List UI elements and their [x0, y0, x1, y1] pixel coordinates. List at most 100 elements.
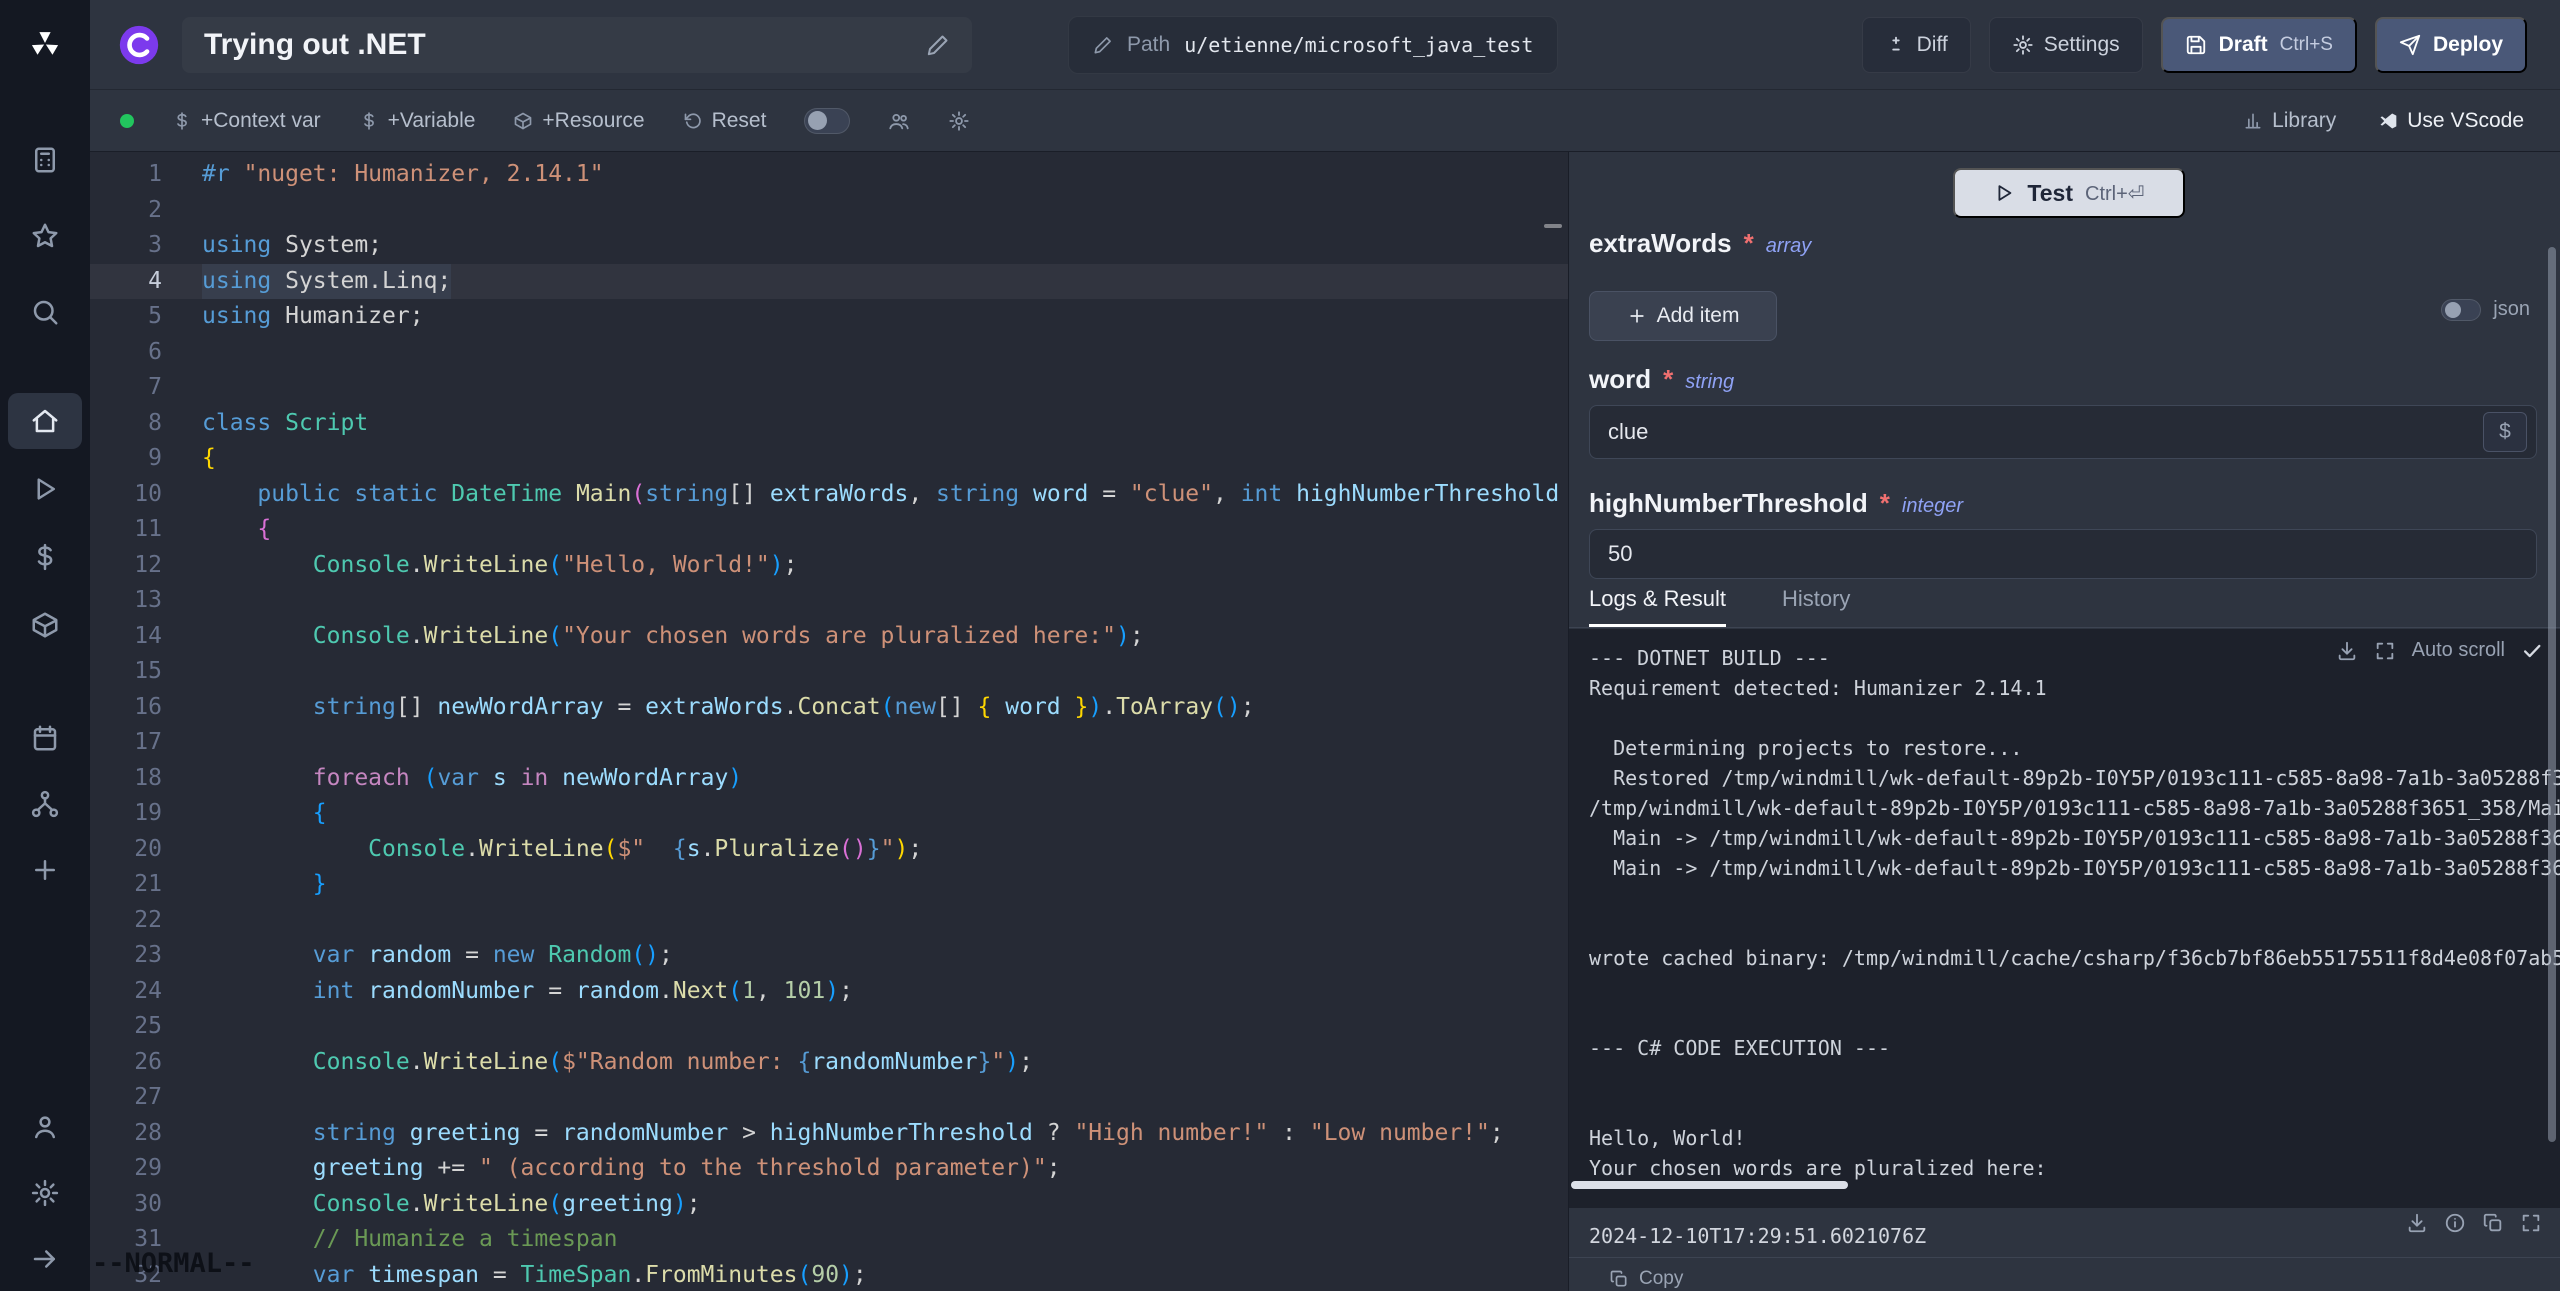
log-actions: Auto scroll [2336, 639, 2543, 662]
code-line: 8class Script [90, 406, 1568, 442]
copy-result-icon[interactable] [2482, 1212, 2504, 1234]
variable-picker-button[interactable]: $ [2483, 412, 2527, 452]
sidebar-item-account[interactable] [8, 1094, 82, 1160]
code-line: 14 Console.WriteLine("Your chosen words … [90, 619, 1568, 655]
play-icon [1993, 182, 2015, 204]
windmill-icon [30, 29, 60, 59]
sidebar-main-group [0, 387, 90, 659]
sidebar-item-collapse[interactable] [8, 1226, 82, 1291]
workspace-logo[interactable] [116, 22, 162, 68]
sidebar-item-variables[interactable] [8, 523, 82, 591]
test-shortcut: Ctrl+⏎ [2085, 181, 2145, 206]
dollar-icon [359, 111, 379, 131]
sidebar-item-home[interactable] [8, 393, 82, 449]
add-resource-button[interactable]: +Resource [513, 109, 644, 133]
add-item-button[interactable]: Add item [1589, 291, 1777, 341]
tab-history[interactable]: History [1782, 586, 1850, 627]
user-icon [30, 1112, 60, 1142]
preview-panel: Test Ctrl+⏎ extraWords* array Add item j… [1568, 152, 2560, 1291]
code-line: 27 [90, 1080, 1568, 1116]
tab-logs-result[interactable]: Logs & Result [1589, 586, 1726, 627]
download-logs-icon[interactable] [2336, 640, 2358, 662]
threshold-field-wrap [1589, 529, 2537, 579]
sidebar-item-apps[interactable] [8, 122, 82, 198]
reset-button[interactable]: Reset [683, 109, 767, 133]
path-value: u/etienne/microsoft_java_test [1184, 33, 1533, 57]
status-dot [120, 114, 134, 128]
library-icon [2243, 111, 2263, 131]
draft-shortcut: Ctrl+S [2280, 34, 2333, 56]
code-line: 12 Console.WriteLine("Hello, World!"); [90, 548, 1568, 584]
field-label-threshold: highNumberThreshold* integer [1589, 488, 1963, 519]
sidebar-secondary-group [0, 705, 90, 903]
result-value: 2024-12-10T17:29:51.6021076Z [1589, 1224, 1926, 1248]
auto-scroll-label: Auto scroll [2412, 639, 2505, 662]
json-toggle[interactable] [2441, 299, 2481, 321]
use-vscode-button[interactable]: Use VScode [2378, 109, 2524, 133]
deploy-button[interactable]: Deploy [2375, 17, 2527, 73]
home-icon [30, 406, 60, 436]
star-icon [30, 221, 60, 251]
code-line: 21 } [90, 867, 1568, 903]
code-line: 30 Console.WriteLine(greeting); [90, 1187, 1568, 1223]
apps-icon [30, 145, 60, 175]
code-editor[interactable]: 1#r "nuget: Humanizer, 2.14.1"23using Sy… [90, 152, 1568, 1291]
sidebar-item-schedules[interactable] [8, 705, 82, 771]
path-field[interactable]: Path u/etienne/microsoft_java_test [1068, 16, 1558, 74]
sidebar-item-workers[interactable] [8, 771, 82, 837]
word-input[interactable] [1589, 405, 2537, 459]
code-lines: 1#r "nuget: Humanizer, 2.14.1"23using Sy… [90, 152, 1568, 1291]
copy-row[interactable]: Copy [1609, 1268, 1683, 1290]
sidebar-item-resources[interactable] [8, 591, 82, 659]
sidebar-item-more[interactable] [8, 837, 82, 903]
draft-button[interactable]: Draft Ctrl+S [2161, 17, 2357, 73]
diff-icon [1885, 34, 1907, 56]
toolbar-settings-icon[interactable] [948, 110, 970, 132]
sidebar [0, 0, 90, 1291]
json-toggle-row: json [2441, 298, 2530, 321]
network-icon [30, 789, 60, 819]
gear-icon [2012, 34, 2034, 56]
panel-scrollbar[interactable] [2548, 247, 2556, 1142]
add-context-var-button[interactable]: +Context var [172, 109, 321, 133]
code-line: 20 Console.WriteLine($" {s.Pluralize()}"… [90, 832, 1568, 868]
sidebar-item-search[interactable] [8, 274, 82, 350]
expand-logs-icon[interactable] [2374, 640, 2396, 662]
windmill-logo[interactable] [0, 14, 90, 74]
expand-result-icon[interactable] [2520, 1212, 2542, 1234]
info-icon[interactable] [2444, 1212, 2466, 1234]
collaborators-icon[interactable] [888, 110, 910, 132]
vim-status: --NORMAL-- [92, 1248, 255, 1279]
auto-scroll-checkbox[interactable] [2521, 640, 2543, 662]
threshold-input[interactable] [1589, 529, 2537, 579]
draft-label: Draft [2219, 33, 2268, 57]
edit-path-icon [1093, 35, 1113, 55]
diff-label: Diff [1917, 33, 1948, 57]
sidebar-item-favorites[interactable] [8, 198, 82, 274]
code-line: 10 public static DateTime Main(string[] … [90, 477, 1568, 513]
result-actions [2406, 1212, 2542, 1234]
code-line: 32 var timespan = TimeSpan.FromMinutes(9… [90, 1258, 1568, 1291]
test-button[interactable]: Test Ctrl+⏎ [1953, 168, 2185, 218]
diff-button[interactable]: Diff [1862, 17, 1971, 73]
result-tabs: Logs & Result History [1569, 586, 2560, 628]
edit-title-icon[interactable] [926, 33, 950, 57]
code-line: 22 [90, 903, 1568, 939]
reset-icon [683, 111, 703, 131]
sidebar-item-runs[interactable] [8, 455, 82, 523]
vscode-icon [2378, 111, 2398, 131]
dollar-icon [30, 542, 60, 572]
download-result-icon[interactable] [2406, 1212, 2428, 1234]
code-line: 6 [90, 335, 1568, 371]
page-title: Trying out .NET [204, 28, 426, 62]
add-variable-button[interactable]: +Variable [359, 109, 476, 133]
sidebar-item-settings[interactable] [8, 1160, 82, 1226]
code-line: 7 [90, 370, 1568, 406]
library-button[interactable]: Library [2243, 109, 2336, 133]
plus-icon [1627, 306, 1647, 326]
calendar-icon [30, 723, 60, 753]
script-summary[interactable]: Trying out .NET [182, 17, 972, 73]
settings-button[interactable]: Settings [1989, 17, 2143, 73]
toolbar-toggle[interactable] [804, 108, 850, 134]
log-horizontal-scrollbar[interactable] [1571, 1181, 1848, 1189]
